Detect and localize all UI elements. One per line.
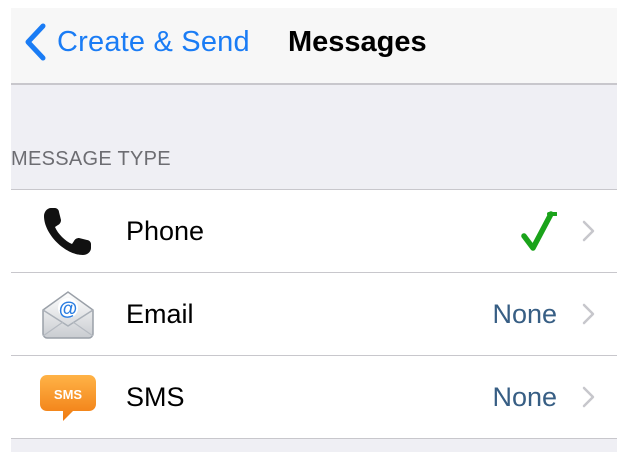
chevron-right-icon <box>581 220 595 242</box>
message-type-list: Phone @ Email None SMS SMS None <box>11 189 617 439</box>
list-item-sms[interactable]: SMS SMS None <box>11 355 617 438</box>
app-frame: Create & Send Messages MESSAGE TYPE Phon… <box>0 0 617 452</box>
back-button[interactable]: Create & Send <box>23 22 250 62</box>
chevron-right-icon <box>581 303 595 325</box>
phone-icon <box>39 204 97 258</box>
list-item-label: Email <box>126 299 194 329</box>
checkmark-icon <box>521 210 558 252</box>
list-item-phone[interactable]: Phone <box>11 190 617 272</box>
chevron-right-icon <box>581 386 595 408</box>
list-item-label: Phone <box>126 216 205 246</box>
list-item-label: SMS <box>126 382 185 412</box>
section-header-message-type: MESSAGE TYPE <box>11 148 171 170</box>
list-item-value: None <box>492 382 557 412</box>
svg-text:@: @ <box>59 299 78 320</box>
sms-icon: SMS <box>39 370 97 424</box>
email-icon: @ <box>39 287 97 341</box>
chevron-left-icon <box>23 22 49 62</box>
list-item-email[interactable]: @ Email None <box>11 272 617 355</box>
list-item-value: None <box>492 299 557 329</box>
back-button-label: Create & Send <box>57 25 250 58</box>
navigation-bar: Create & Send Messages <box>11 8 617 85</box>
page-title: Messages <box>288 26 427 58</box>
sms-icon-text: SMS <box>54 387 83 402</box>
settings-screen: Create & Send Messages MESSAGE TYPE Phon… <box>11 8 617 452</box>
